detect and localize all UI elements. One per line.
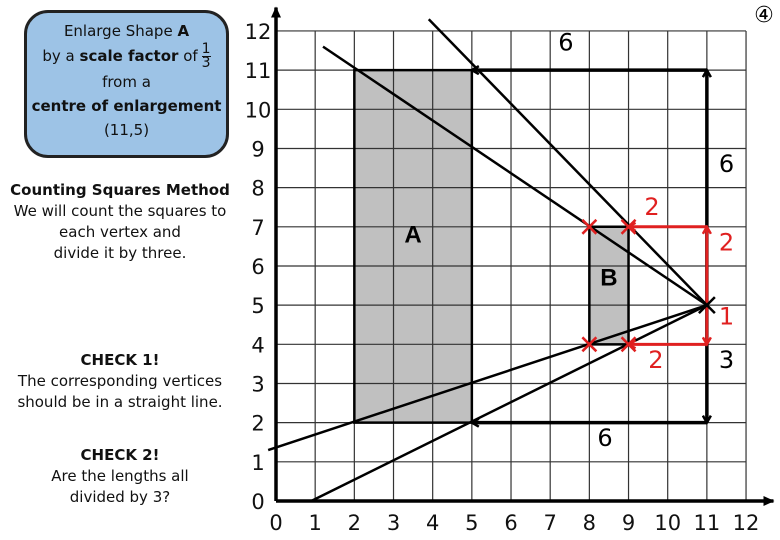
y-tick-label: 2 xyxy=(251,412,264,436)
arrow-length-label: 1 xyxy=(719,303,734,331)
arrow-length-label: 6 xyxy=(558,29,573,57)
arrow-length-label: 2 xyxy=(648,346,663,374)
x-tick-label: 3 xyxy=(387,511,400,535)
arrow-length-label: 2 xyxy=(719,228,734,256)
x-tick-label: 11 xyxy=(694,511,721,535)
y-tick-label: 12 xyxy=(245,20,272,44)
y-tick-label: 8 xyxy=(251,177,264,201)
shape-a-label: A xyxy=(404,221,421,248)
arrow-length-label: 6 xyxy=(597,424,612,452)
ray-line xyxy=(267,303,708,452)
x-tick-label: 2 xyxy=(348,511,361,535)
x-tick-label: 12 xyxy=(733,511,760,535)
coordinate-grid: AB0 1 2 3 4 5 6 7 8 9 10 11 120123456789101112 663622… xyxy=(245,3,775,535)
x-tick-label: 6 xyxy=(504,511,517,535)
x-tick-label: 9 xyxy=(622,511,635,535)
x-tick-label: 7 xyxy=(544,511,557,535)
y-tick-label: 4 xyxy=(251,333,264,357)
y-tick-label: 5 xyxy=(251,294,264,318)
arrow-length-label: 3 xyxy=(719,346,734,374)
y-tick-label: 1 xyxy=(251,451,264,475)
x-tick-label: 5 xyxy=(465,511,478,535)
corner-number-label: ④ xyxy=(754,3,774,28)
y-tick-label: 10 xyxy=(245,98,272,122)
y-tick-label: 11 xyxy=(245,59,272,83)
arrow-length-label: 6 xyxy=(719,150,734,178)
arrow-length-label: 2 xyxy=(644,193,659,221)
y-tick-label: 0 xyxy=(251,490,264,514)
y-tick-label: 9 xyxy=(251,137,264,161)
y-tick-label: 3 xyxy=(251,372,264,396)
shape-b-label: B xyxy=(600,265,617,292)
x-tick-label: 4 xyxy=(426,511,439,535)
y-tick-label: 7 xyxy=(251,216,264,240)
y-tick-label: 6 xyxy=(251,255,264,279)
x-tick-label: 8 xyxy=(583,511,596,535)
x-tick-label: 10 xyxy=(654,511,681,535)
x-tick-label: 0 xyxy=(269,511,282,535)
x-tick-label: 1 xyxy=(308,511,321,535)
